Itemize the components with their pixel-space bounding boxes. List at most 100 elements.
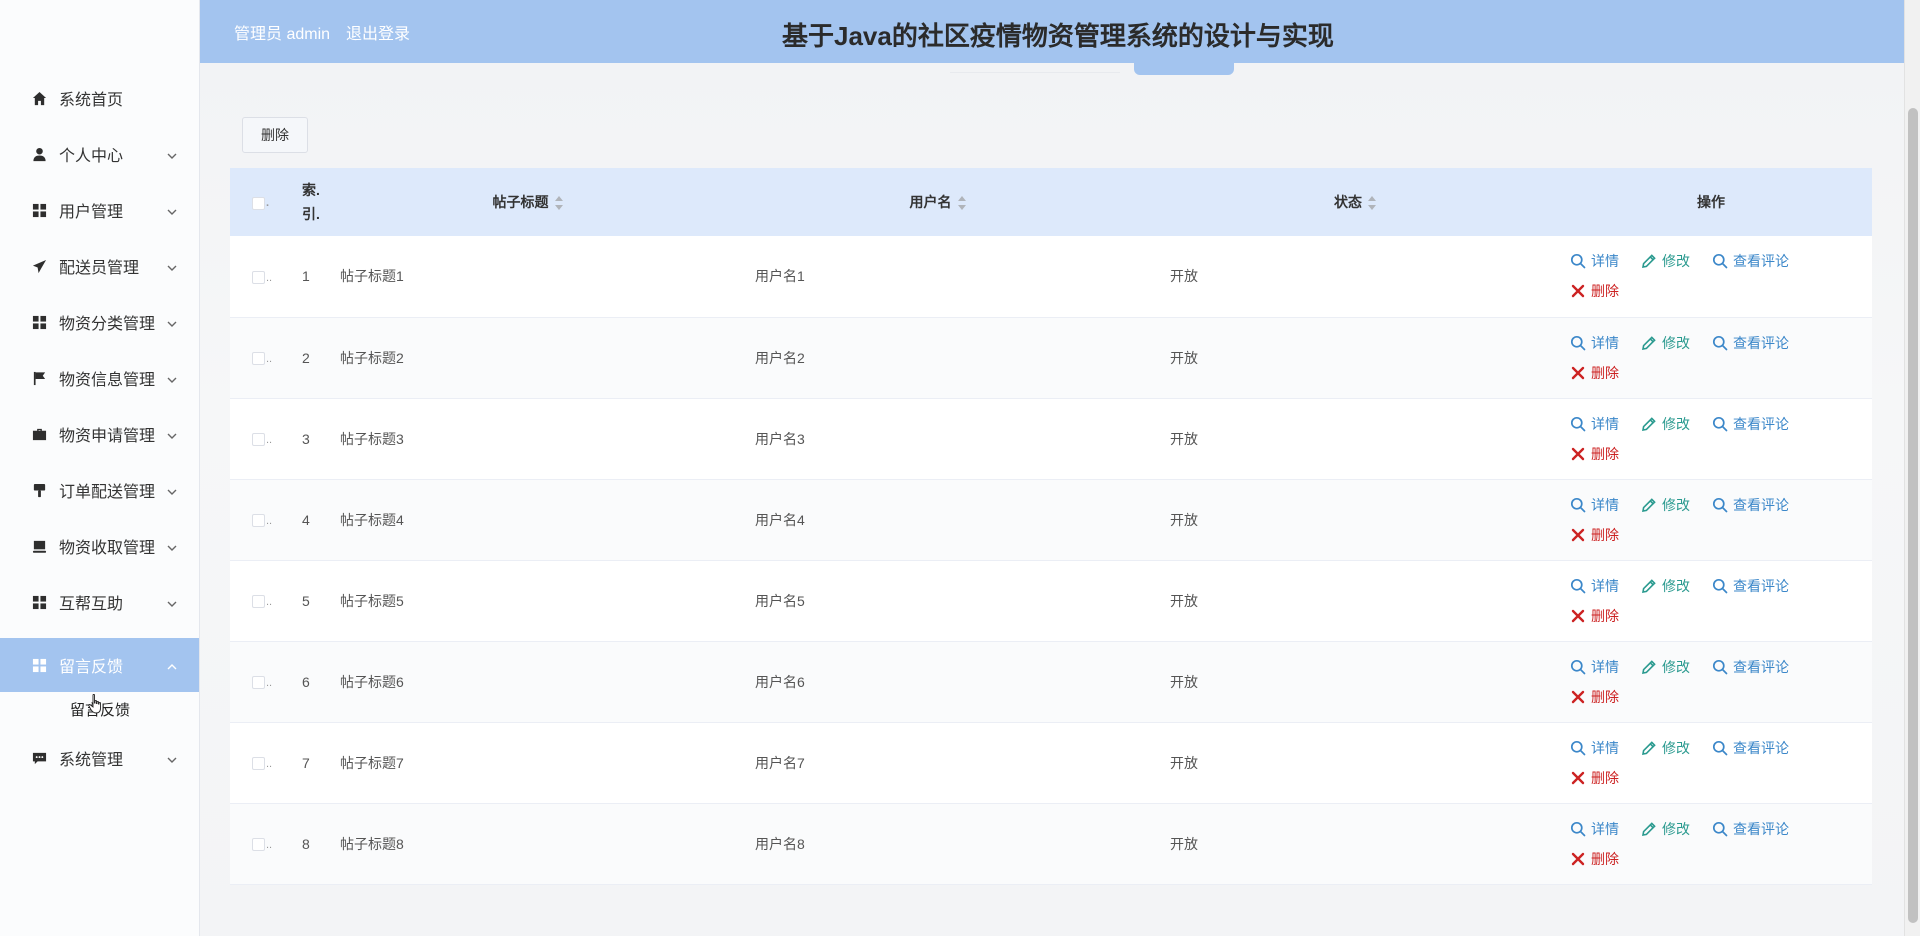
search-icon — [1570, 740, 1591, 756]
row-status: 开放 — [1170, 349, 1198, 366]
view-comments-button[interactable]: 查看评论 — [1712, 495, 1789, 515]
edit-button[interactable]: 修改 — [1641, 414, 1690, 434]
logout-link[interactable]: 退出登录 — [346, 20, 410, 44]
sidebar-item-2[interactable]: 用户管理 — [0, 182, 199, 238]
sidebar-item-label: 系统管理 — [59, 752, 124, 769]
row-checkbox[interactable] — [252, 271, 265, 285]
page-scrollbar[interactable] — [1904, 0, 1920, 936]
search-icon — [1570, 578, 1591, 594]
sidebar-item-11[interactable]: 系统管理 — [0, 730, 199, 786]
detail-label: 详情 — [1591, 820, 1619, 837]
sort-icon[interactable] — [554, 196, 563, 211]
row-title: 帖子标题3 — [340, 430, 404, 447]
row-title: 帖子标题1 — [340, 268, 404, 285]
edit-button[interactable]: 修改 — [1641, 738, 1690, 758]
edit-icon — [1641, 253, 1662, 269]
status-header[interactable]: 状态 — [1160, 168, 1550, 236]
row-checkbox[interactable] — [252, 757, 265, 771]
delete-button[interactable]: 删除 — [1570, 281, 1619, 301]
delete-button[interactable]: 删除 — [1570, 849, 1619, 869]
edit-label: 修改 — [1662, 577, 1690, 594]
detail-button[interactable]: 详情 — [1570, 333, 1619, 353]
sidebar-item-0[interactable]: 系统首页 — [0, 70, 199, 126]
close-icon — [1570, 689, 1591, 705]
close-icon — [1570, 770, 1591, 786]
detail-button[interactable]: 详情 — [1570, 414, 1619, 434]
sidebar-item-5[interactable]: 物资信息管理 — [0, 350, 199, 406]
sidebar-item-4[interactable]: 物资分类管理 — [0, 294, 199, 350]
row-title: 帖子标题7 — [340, 754, 404, 771]
sort-icon[interactable] — [1368, 196, 1376, 211]
sidebar-item-1[interactable]: 个人中心 — [0, 126, 199, 182]
row-dots: .. — [266, 271, 273, 284]
view-comments-button[interactable]: 查看评论 — [1712, 657, 1789, 677]
select-all-checkbox[interactable] — [252, 196, 265, 210]
actions-header: 操作 — [1550, 168, 1872, 236]
edit-button[interactable]: 修改 — [1641, 495, 1690, 515]
row-checkbox[interactable] — [252, 514, 265, 528]
chevron-down-icon — [167, 260, 177, 271]
search-icon — [1712, 659, 1733, 675]
sidebar-menu: 系统首页个人中心 用户管理 配送员管理 物资分类管理 物资信息管理 物资申请管理 订单配送管… — [0, 0, 199, 786]
hand-cursor-icon — [88, 694, 101, 714]
row-checkbox[interactable] — [252, 433, 265, 447]
delete-button[interactable]: 删除 — [1570, 444, 1619, 464]
sidebar-item-9[interactable]: 互帮互助 — [0, 574, 199, 630]
sidebar-item-7[interactable]: 订单配送管理 — [0, 462, 199, 518]
edit-button[interactable]: 修改 — [1641, 657, 1690, 677]
sidebar-item-8[interactable]: 物资收取管理 — [0, 518, 199, 574]
edit-button[interactable]: 修改 — [1641, 576, 1690, 596]
chevron-down-icon — [167, 148, 177, 159]
chat-icon — [32, 751, 47, 766]
detail-button[interactable]: 详情 — [1570, 576, 1619, 596]
row-checkbox[interactable] — [252, 595, 265, 609]
table-row: .. 8 帖子标题8 用户名8 开放 详情 修改 查看评论 删除 — [230, 803, 1872, 884]
edit-label: 修改 — [1662, 496, 1690, 513]
sidebar-item-6[interactable]: 物资申请管理 — [0, 406, 199, 462]
main-content: 删除 . 索. 引. 帖子标题 用户名 状态 操作 .. 1 帖子标题1 用户名… — [200, 63, 1904, 936]
view-comments-button[interactable]: 查看评论 — [1712, 576, 1789, 596]
edit-button[interactable]: 修改 — [1641, 333, 1690, 353]
sort-icon[interactable] — [957, 196, 966, 211]
row-checkbox[interactable] — [252, 838, 265, 852]
username-header[interactable]: 用户名 — [715, 168, 1160, 236]
detail-button[interactable]: 详情 — [1570, 738, 1619, 758]
row-title: 帖子标题8 — [340, 835, 404, 852]
delete-button[interactable]: 删除 — [1570, 363, 1619, 383]
view-comments-button[interactable]: 查看评论 — [1712, 251, 1789, 271]
username-header-label: 用户名 — [909, 194, 952, 210]
sidebar: 系统首页个人中心 用户管理 配送员管理 物资分类管理 物资信息管理 物资申请管理 订单配送管… — [0, 0, 200, 936]
detail-button[interactable]: 详情 — [1570, 819, 1619, 839]
search-icon — [1712, 416, 1733, 432]
view-comments-button[interactable]: 查看评论 — [1712, 738, 1789, 758]
delete-button[interactable]: 删除 — [1570, 525, 1619, 545]
view-comments-button[interactable]: 查看评论 — [1712, 414, 1789, 434]
delete-button[interactable]: 删除 — [1570, 606, 1619, 626]
sidebar-item-label: 系统首页 — [59, 92, 124, 109]
view-comments-button[interactable]: 查看评论 — [1712, 333, 1789, 353]
delete-button[interactable]: 删除 — [1570, 768, 1619, 788]
select-all-cell: . — [230, 168, 290, 236]
view-comments-button[interactable]: 查看评论 — [1712, 819, 1789, 839]
detail-button[interactable]: 详情 — [1570, 657, 1619, 677]
scrollbar-thumb[interactable] — [1908, 108, 1918, 923]
detail-button[interactable]: 详情 — [1570, 251, 1619, 271]
row-status: 开放 — [1170, 430, 1198, 447]
search-icon — [1570, 416, 1591, 432]
sidebar-item-3[interactable]: 配送员管理 — [0, 238, 199, 294]
edit-button[interactable]: 修改 — [1641, 819, 1690, 839]
row-checkbox[interactable] — [252, 352, 265, 366]
title-header[interactable]: 帖子标题 — [340, 168, 715, 236]
edit-button[interactable]: 修改 — [1641, 251, 1690, 271]
sidebar-item-10[interactable]: 留言反馈 — [0, 638, 199, 692]
row-status: 开放 — [1170, 754, 1198, 771]
row-title: 帖子标题5 — [340, 592, 404, 609]
detail-label: 详情 — [1591, 334, 1619, 351]
detail-button[interactable]: 详情 — [1570, 495, 1619, 515]
delete-button[interactable]: 删除 — [1570, 687, 1619, 707]
chevron-down-icon — [167, 204, 177, 215]
edit-label: 修改 — [1662, 739, 1690, 756]
batch-delete-button[interactable]: 删除 — [242, 117, 308, 153]
row-checkbox[interactable] — [252, 676, 265, 690]
row-username: 用户名7 — [755, 754, 805, 771]
